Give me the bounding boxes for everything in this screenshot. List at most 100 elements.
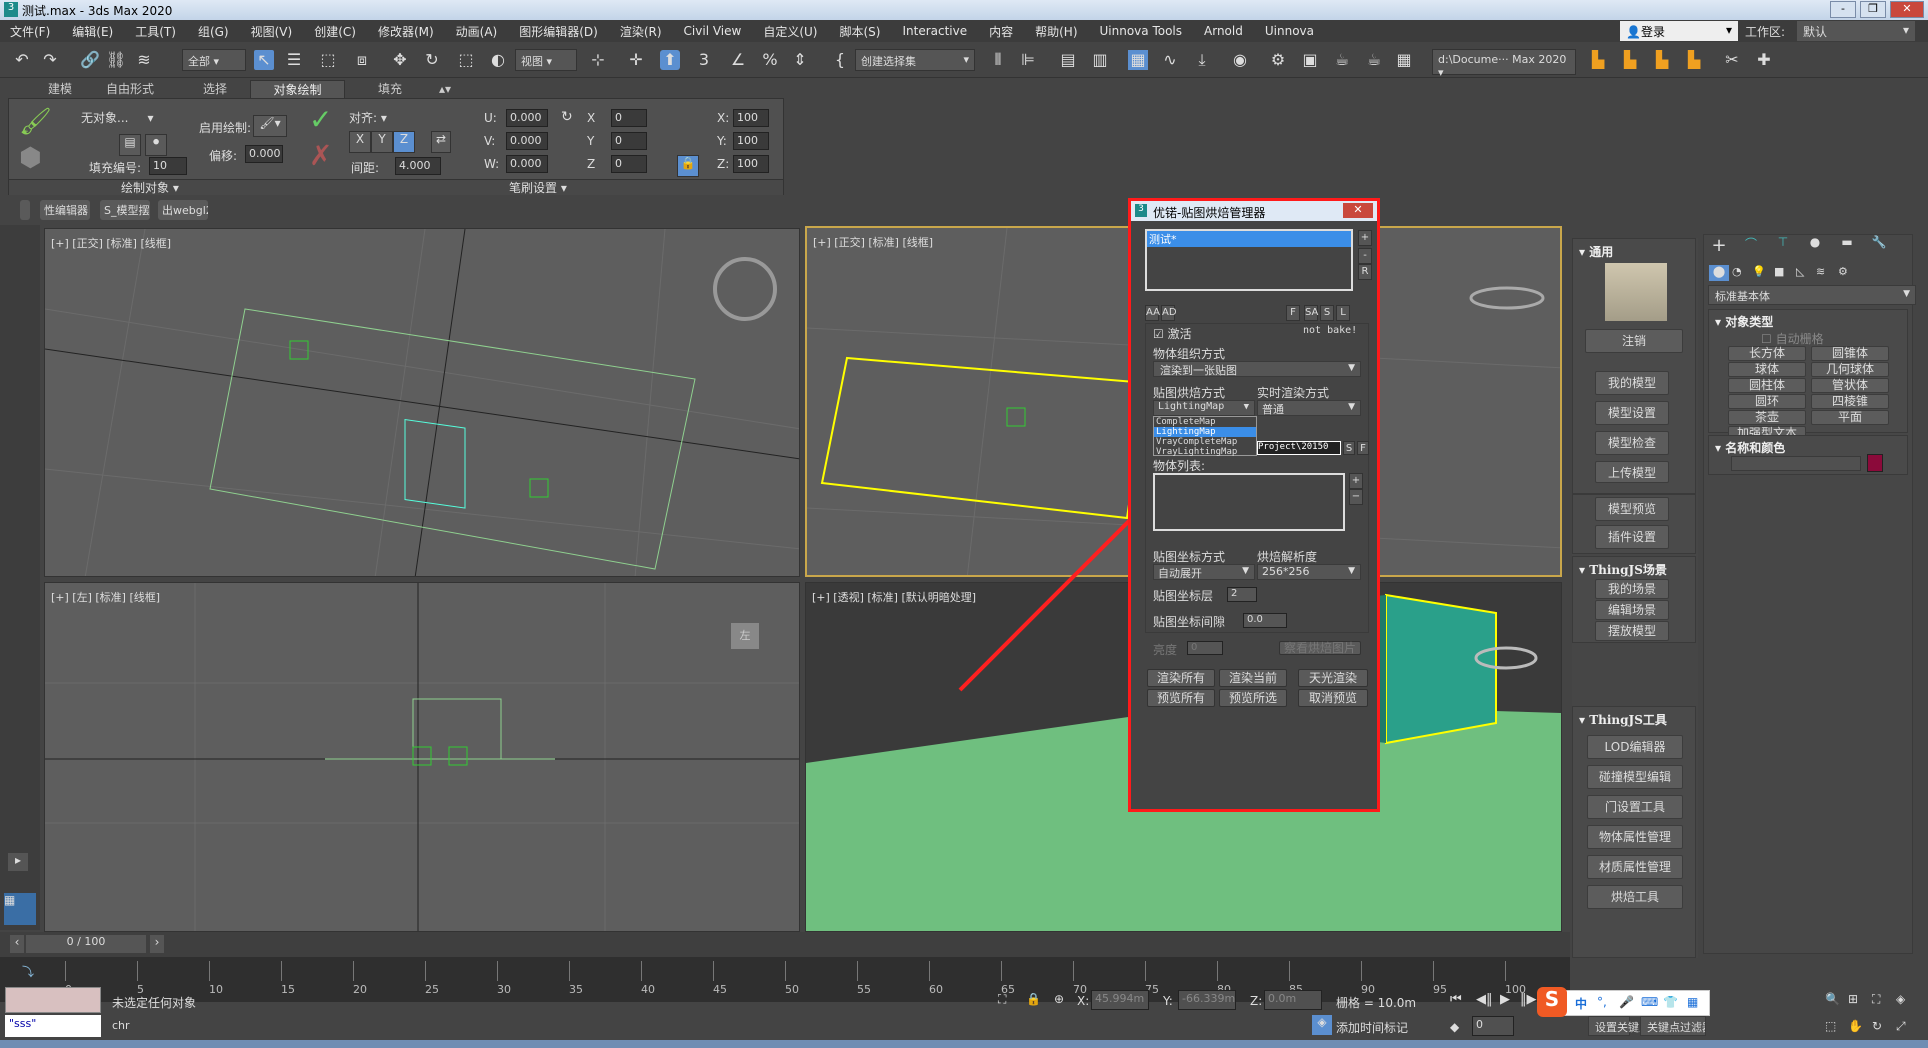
menu-interactive[interactable]: Interactive [902,24,967,38]
modify-tab-icon[interactable]: ⌒ [1738,235,1764,255]
place-model-button[interactable]: 摆放模型 [1595,621,1669,641]
scale-icon[interactable]: ⬚ [456,50,476,70]
resolution-dropdown[interactable]: 256*256 ▼ [1257,564,1361,580]
geometry-icon[interactable]: ⬤ [1709,265,1729,281]
model-preview-button[interactable]: 模型预览 [1595,497,1669,521]
category-dropdown[interactable]: 标准基本体 ▼ [1708,285,1916,305]
project-path-dropdown[interactable]: d:\Docume··· Max 2020 ▾ [1432,49,1576,79]
menu-uinnova-tools[interactable]: Uinnova Tools [1100,24,1183,38]
preview-all-button[interactable]: 预览所有 [1147,689,1215,707]
named-selection-dropdown[interactable]: 创建选择集 ▾ [855,49,975,71]
schematic-view-icon[interactable]: ⤓ [1192,50,1212,70]
selection-filter-dropdown[interactable]: 全部 ▾ [182,49,246,71]
window-crossing-icon[interactable]: ⧈ [352,50,372,70]
rollout-object-type-header[interactable]: ▾ 对象类型 [1715,313,1773,330]
helpers-icon[interactable]: ◺ [1796,265,1804,278]
dialog-title-bar[interactable]: 3 优锘-贴图烘焙管理器 ✕ [1131,201,1377,221]
prev-frame-button[interactable]: ‹ [10,935,24,953]
space-warps-icon[interactable]: ≋ [1816,265,1825,278]
remove-object-button[interactable]: − [1349,489,1363,505]
tab-selection[interactable]: 选择 [185,80,245,99]
close-button[interactable]: ✕ [1890,1,1924,18]
menu-civil-view[interactable]: Civil View [684,24,742,38]
maximize-viewport-icon[interactable]: ⤢ [1896,1019,1906,1034]
sa-button[interactable]: SA [1304,305,1318,321]
login-dropdown[interactable]: 👤登录 ▾ [1620,21,1738,41]
tab-populate[interactable]: 填充 [360,80,420,99]
box-button[interactable]: 长方体 [1728,346,1806,361]
cone-button[interactable]: 圆锥体 [1811,346,1889,361]
tube-button[interactable]: 管状体 [1811,378,1889,393]
coord-system-dropdown[interactable]: 视图 ▾ [515,49,577,71]
ime-keyboard-icon[interactable]: ⌨ [1641,995,1658,1009]
viewport-label[interactable]: [+] [左] [标准] [线框] [51,589,160,605]
w-input[interactable]: 0.000 [506,155,548,173]
l-button[interactable]: L [1336,305,1350,321]
rollout-general-header[interactable]: ▾ 通用 [1579,243,1613,260]
rollout-tools-header[interactable]: ▾ ThingJS工具 [1579,711,1667,728]
key-mode-icon[interactable]: ◆ [1450,1020,1459,1034]
tab-object-paint[interactable]: 对象绘制 [250,80,345,99]
plugin-settings-button[interactable]: 插件设置 [1595,525,1669,549]
ime-chinese-mode[interactable]: 中 [1575,995,1587,1012]
viewport-bottom-left[interactable]: [+] [左] [标准] [线框] 左 [44,582,800,932]
edit-named-selection-icon[interactable]: { [830,50,850,70]
menu-animation[interactable]: 动画(A) [456,23,498,40]
v-input[interactable]: 0.000 [506,132,548,150]
option-vray-lighting-map[interactable]: VrayLightingMap [1154,447,1256,457]
rot-x-input[interactable]: 0 [611,109,647,127]
menu-edit[interactable]: 编辑(E) [72,23,113,40]
viewport-layout-icon[interactable]: ▦ [4,893,36,925]
next-key-icon[interactable]: ‖▶ [1520,992,1537,1007]
view-cube[interactable]: 左 [731,623,759,649]
object-color-swatch[interactable] [1867,454,1883,472]
x-coord-input[interactable]: 45.994m [1091,990,1149,1010]
menu-rendering[interactable]: 渲染(R) [620,23,662,40]
curve-editor-mini-icon[interactable]: ⤵ [22,963,34,980]
viewport-top-left[interactable]: [+] [正交] [标准] [线框] [44,228,800,577]
zoom-icon[interactable]: 🔍 [1825,992,1840,1006]
teapot-button[interactable]: 茶壶 [1728,410,1806,425]
toolbar-handle[interactable] [20,200,30,220]
axis-x-button[interactable]: X [349,131,371,153]
model-check-button[interactable]: 模型检查 [1595,431,1669,455]
select-by-name-icon[interactable]: ☰ [284,50,304,70]
y-coord-input[interactable]: -66.339m [1178,990,1236,1010]
time-slider-thumb[interactable]: 0 / 100 [26,935,146,953]
orbit-icon[interactable]: ↻ [1872,1019,1882,1033]
plane-button[interactable]: 平面 [1811,410,1889,425]
render-all-button[interactable]: 渲染所有 [1147,669,1215,687]
plugin-tool-6-icon[interactable]: ✚ [1754,50,1774,70]
menu-modifiers[interactable]: 修改器(M) [378,23,434,40]
key-filters-button[interactable]: 关键点过滤器... [1640,1016,1706,1036]
maxscript-listener-mini[interactable] [5,987,101,1013]
spinner-snap-icon[interactable]: ⇕ [790,50,810,70]
group-paint-objects[interactable]: 绘制对象 ▾ [121,179,179,196]
lod-editor-button[interactable]: LOD编辑器 [1587,735,1683,759]
object-list[interactable] [1153,473,1345,531]
viewport-label[interactable]: [+] [正交] [标准] [线框] [813,234,933,250]
option-lighting-map[interactable]: LightingMap [1154,427,1256,437]
utilities-tab-icon[interactable]: 🔧 [1866,235,1892,255]
uv-mode-dropdown[interactable]: 自动展开 ▼ [1153,564,1255,580]
align-icon[interactable]: ⊫ [1018,50,1038,70]
menu-create[interactable]: 创建(C) [314,23,356,40]
aa-button[interactable]: AA [1145,305,1160,321]
align-dropdown[interactable]: 对齐: ▾ [349,109,387,126]
play-icon[interactable]: ▶ [1500,992,1510,1007]
plugin-tool-4-icon[interactable]: ▙ [1684,50,1704,70]
placement-icon[interactable]: ◐ [488,50,508,70]
plugin-tool-5-icon[interactable]: ✂ [1722,50,1742,70]
mirror-icon[interactable]: ⫴ [988,50,1008,70]
render-current-button[interactable]: 渲染当前 [1219,669,1287,687]
autogrid-checkbox[interactable]: ☐ 自动栅格 [1761,330,1824,347]
shapes-icon[interactable]: ◔ [1732,265,1742,278]
material-attr-button[interactable]: 材质属性管理 [1587,855,1683,879]
menu-customize[interactable]: 自定义(U) [763,23,817,40]
geosphere-button[interactable]: 几何球体 [1811,362,1889,377]
menu-arnold[interactable]: Arnold [1204,24,1243,38]
offset-input[interactable]: 0.000 [245,145,283,163]
rot-z-input[interactable]: 0 [611,155,647,173]
upload-model-button[interactable]: 上传模型 [1595,461,1669,483]
view-baked-image-button[interactable]: 察看烘焙图片 [1279,641,1361,655]
